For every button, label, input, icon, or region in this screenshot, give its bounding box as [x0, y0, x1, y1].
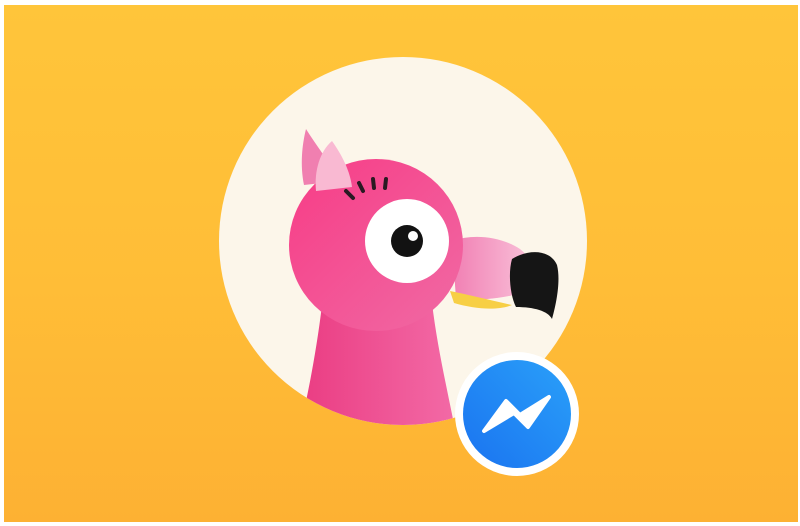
- banner: [4, 5, 798, 522]
- flamingo-eye-highlight: [408, 231, 418, 241]
- messenger-badge: [455, 352, 579, 476]
- banner-illustration: [219, 57, 587, 476]
- flamingo-eye-pupil: [391, 225, 423, 257]
